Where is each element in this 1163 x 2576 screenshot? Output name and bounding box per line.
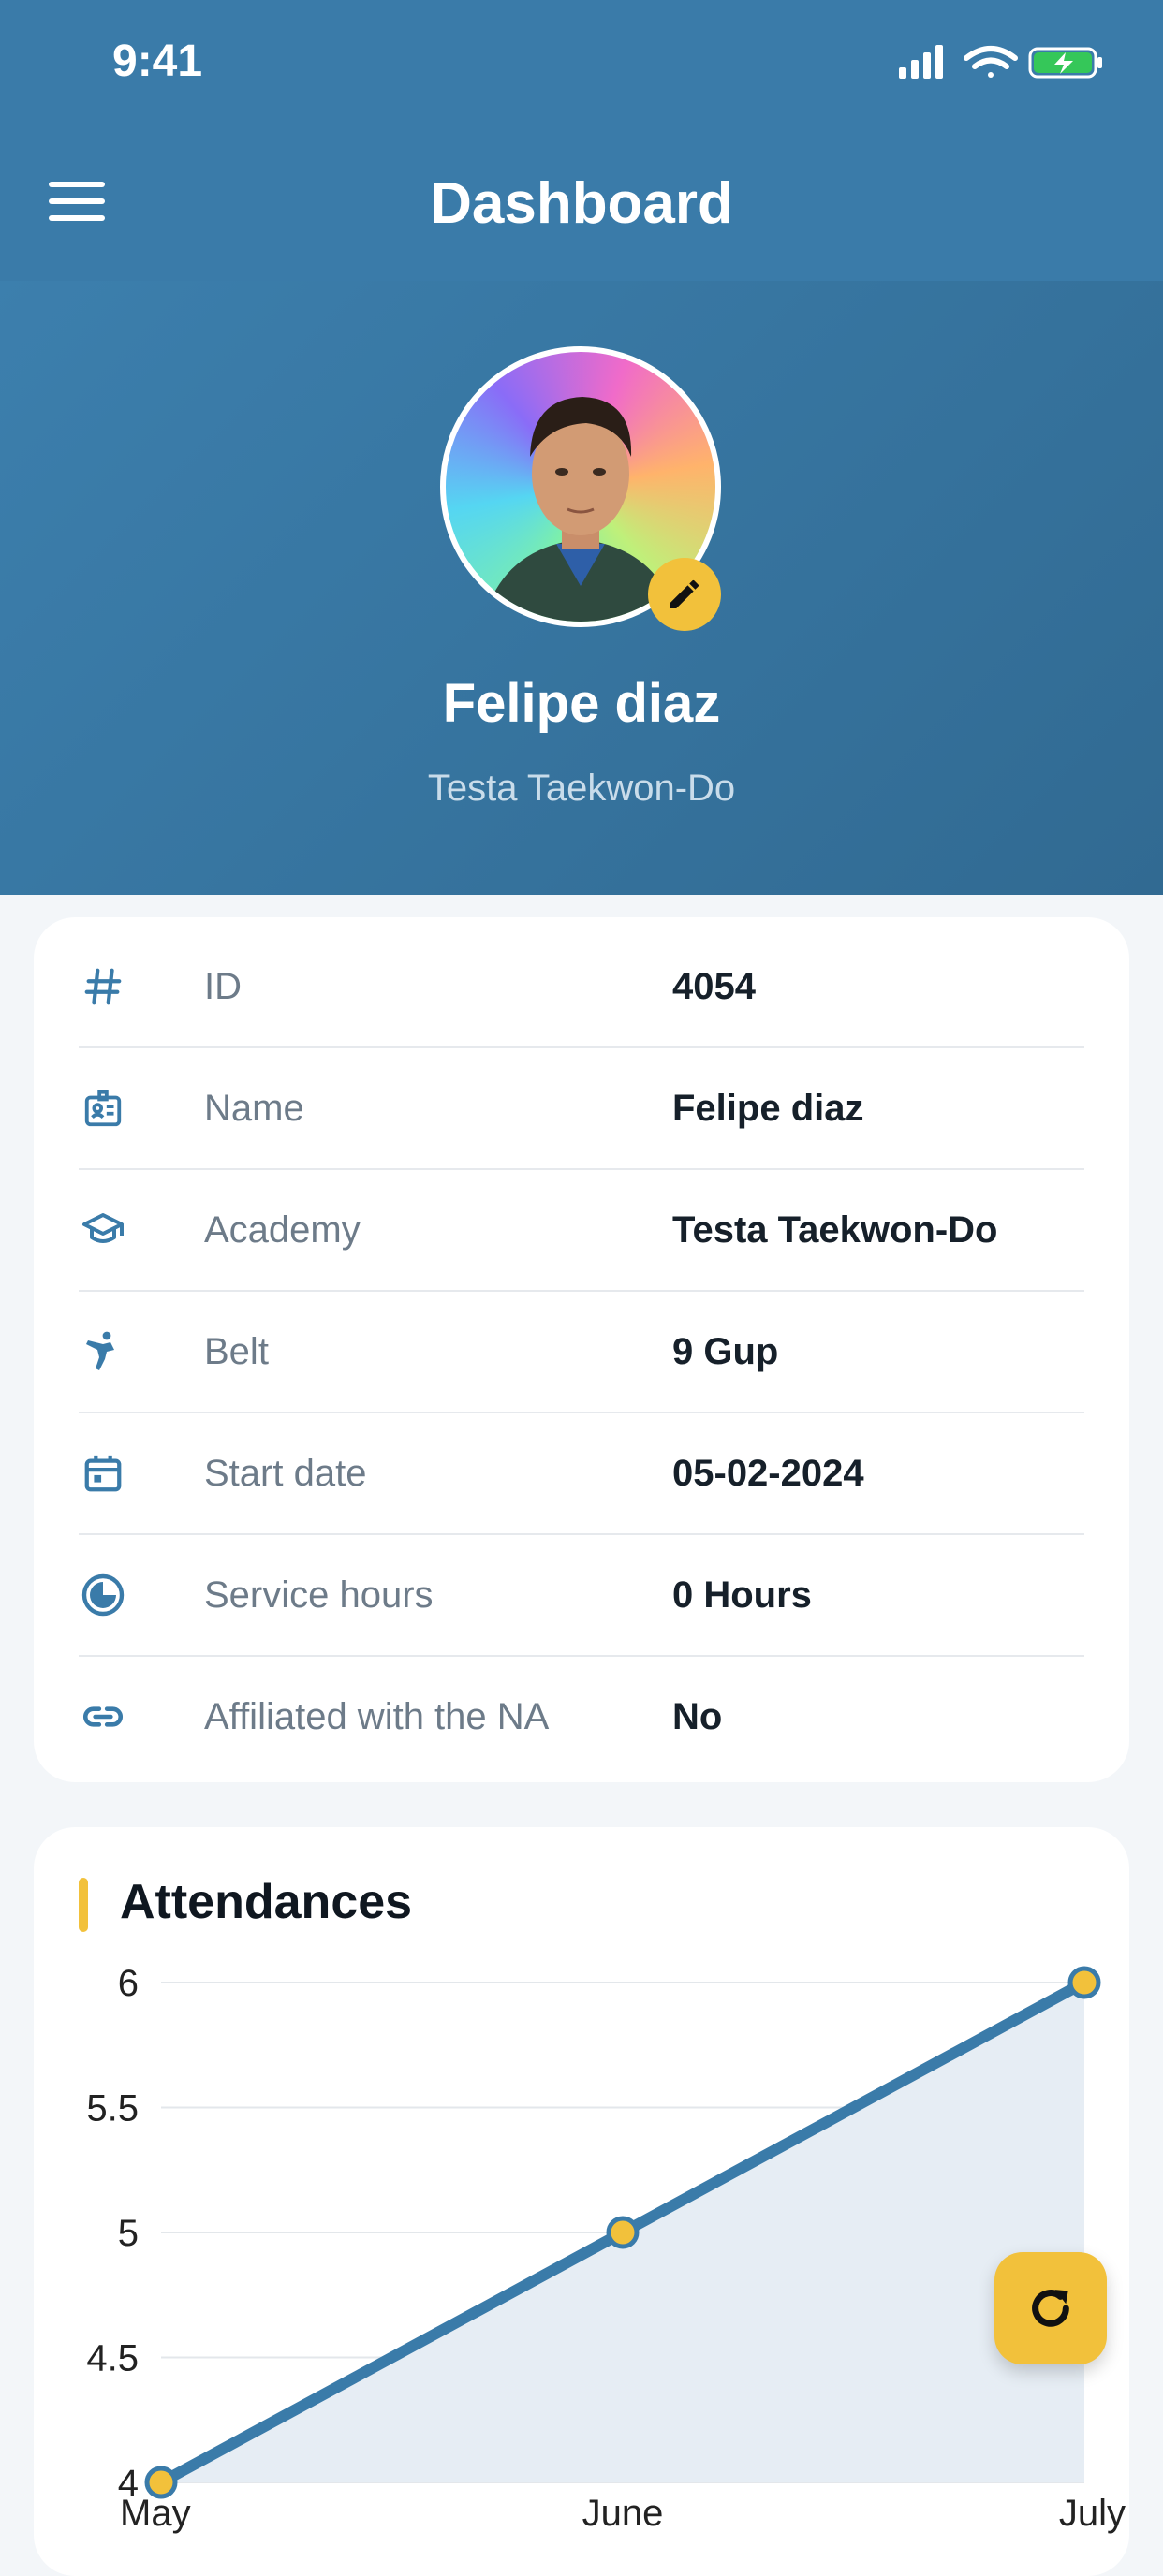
y-tick-label: 6 <box>118 1963 139 2004</box>
data-point <box>1067 1966 1101 1999</box>
refresh-button[interactable] <box>994 2252 1107 2364</box>
info-row-belt: Belt 9 Gup <box>79 1292 1084 1413</box>
profile-header: Felipe diaz Testa Taekwon-Do <box>0 281 1163 895</box>
page-title: Dashboard <box>430 171 733 236</box>
profile-academy: Testa Taekwon-Do <box>427 768 736 809</box>
attendances-chart: 44.555.56May June July <box>86 1963 1126 2534</box>
x-tick-label: May <box>120 2493 191 2534</box>
status-icons <box>899 45 1102 79</box>
graduation-cap-icon <box>79 1206 127 1254</box>
info-row-id: ID 4054 <box>79 927 1084 1048</box>
info-row-affiliated: Affiliated with the NA No <box>79 1657 1084 1777</box>
refresh-icon <box>1032 2290 1069 2327</box>
martial-arts-kick-icon <box>79 1327 127 1376</box>
app-header: 9:41 Dashboard <box>0 0 1163 281</box>
calendar-icon <box>79 1449 127 1498</box>
wifi-icon <box>964 46 1018 78</box>
member-info-card: ID 4054 Name Felipe diaz Academy Testa T… <box>34 917 1129 1782</box>
signal-icon <box>899 45 943 79</box>
info-label: Service hours <box>204 1573 434 1616</box>
info-row-service-hours: Service hours 0 Hours <box>79 1535 1084 1657</box>
info-value: 9 Gup <box>672 1330 779 1372</box>
y-tick-label: 4.5 <box>86 2338 139 2379</box>
battery-icon <box>1028 47 1102 79</box>
hash-icon <box>79 962 127 1011</box>
info-row-academy: Academy Testa Taekwon-Do <box>79 1170 1084 1292</box>
info-value: Testa Taekwon-Do <box>672 1208 998 1251</box>
clock-icon <box>79 1571 127 1619</box>
y-tick-label: 5 <box>118 2213 139 2254</box>
info-value: No <box>672 1695 723 1737</box>
profile-name: Felipe diaz <box>442 673 721 734</box>
data-point <box>606 2216 640 2249</box>
x-tick-label: June <box>582 2493 664 2534</box>
info-value: 4054 <box>672 965 756 1007</box>
info-value: 0 Hours <box>672 1573 812 1616</box>
edit-avatar-button[interactable] <box>648 558 721 631</box>
attendances-card: Attendances 4 4.5 5 5.5 6 May June July <box>34 1827 1129 2576</box>
info-label: Academy <box>204 1208 361 1251</box>
status-time: 9:41 <box>112 37 203 86</box>
info-label: Start date <box>204 1452 367 1494</box>
info-value: Felipe diaz <box>672 1087 864 1129</box>
y-tick-label: 5.5 <box>86 2088 139 2130</box>
x-tick-label: July <box>1059 2493 1126 2534</box>
id-card-icon <box>79 1084 127 1133</box>
info-label: ID <box>204 965 242 1007</box>
info-label: Affiliated with the NA <box>204 1695 550 1737</box>
info-row-start-date: Start date 05-02-2024 <box>79 1413 1084 1535</box>
info-row-name: Name Felipe diaz <box>79 1048 1084 1170</box>
pencil-icon <box>670 579 699 608</box>
info-value: 05-02-2024 <box>672 1452 864 1494</box>
link-icon <box>79 1692 127 1741</box>
info-label: Name <box>204 1087 304 1129</box>
info-label: Belt <box>204 1330 269 1372</box>
